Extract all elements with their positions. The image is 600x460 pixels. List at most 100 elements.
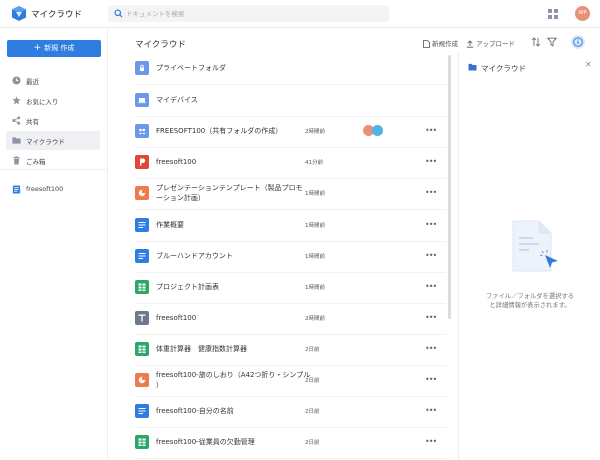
more-options-icon[interactable]: ••• [425, 282, 437, 291]
upload-icon [466, 40, 474, 48]
file-row[interactable]: ブルーハンドアカウント 1時間前 ••• [135, 241, 446, 273]
close-icon[interactable]: ✕ [585, 60, 592, 69]
sidebar-item-mycloud[interactable]: マイクラウド [6, 131, 100, 150]
empty-state-line-1: ファイル／フォルダを選択する [485, 293, 575, 300]
upload-label: アップロード [476, 40, 515, 48]
upload-button[interactable]: アップロード [466, 38, 515, 48]
file-row[interactable]: マイデバイス [135, 85, 446, 117]
file-row[interactable]: freesoft100-従業員の欠勤管理 2日前 ••• [135, 427, 446, 459]
modified-time: 1時間前 [305, 254, 325, 260]
file-row[interactable]: プロジェクト計画表 1時間前 ••• [135, 272, 446, 304]
file-name-line: プレゼンテーションテンプレート（製品プロモ [156, 184, 303, 192]
file-name[interactable]: マイデバイス [156, 95, 198, 105]
sidebar-item-label: freesoft100 [26, 185, 64, 193]
file-name[interactable]: freesoft100-旅のしおり（A42つ折り・シンプル ） [156, 370, 310, 390]
sidebar-item-label: 最近 [26, 78, 39, 86]
folder-shared-icon [135, 124, 149, 138]
member-avatar [372, 125, 383, 136]
search-input[interactable] [126, 5, 376, 22]
modified-time: 1時間前 [305, 285, 325, 291]
file-name-line: freesoft100-旅のしおり（A42つ折り・シンプル [156, 371, 311, 379]
modified-time: 2日前 [305, 409, 320, 415]
folder-icon [12, 137, 21, 144]
trash-icon [13, 156, 20, 165]
app-title[interactable]: マイクラウド [31, 8, 82, 20]
sidebar-item-team[interactable]: freesoft100 [6, 180, 100, 199]
more-options-icon[interactable]: ••• [425, 406, 437, 415]
search-box[interactable] [108, 5, 389, 22]
file-name[interactable]: プレゼンテーションテンプレート（製品プロモ ーション計画） [156, 183, 303, 203]
sidebar-divider [0, 169, 108, 170]
empty-state-line-2: と詳細情報が表示されます。 [489, 302, 571, 309]
sidebar-item-shared[interactable]: 共有 [6, 111, 100, 130]
plus-icon: + [33, 43, 42, 53]
modified-time: 2時間前 [305, 129, 325, 135]
more-options-icon[interactable]: ••• [425, 375, 437, 384]
user-avatar[interactable]: WP [575, 6, 590, 21]
modified-time: 2日前 [305, 440, 320, 446]
file-row[interactable]: 作業概要 1時間前 ••• [135, 210, 446, 242]
sidebar-item-favorites[interactable]: お気に入り [6, 91, 100, 110]
file-row[interactable]: FREESOFT100（共有フォルダの作成） 2時間前 ••• [135, 116, 446, 148]
sidebar-item-recent[interactable]: 最近 [6, 71, 100, 90]
file-name[interactable]: ブルーハンドアカウント [156, 251, 233, 261]
new-create-button[interactable]: + 新規 作成 [7, 40, 101, 57]
sidebar-item-label: ごみ箱 [26, 158, 46, 166]
sidebar-item-label: マイクラウド [26, 138, 65, 146]
app-logo-icon[interactable] [12, 6, 26, 21]
file-row[interactable]: freesoft100-旅のしおり（A42つ折り・シンプル ） 2日前 ••• [135, 365, 446, 397]
file-name[interactable]: freesoft100 [156, 157, 196, 167]
file-name[interactable]: 体重計算器 健康指数計算器 [156, 344, 247, 354]
modified-time: 2日前 [305, 347, 320, 353]
modified-time: 1時間前 [305, 191, 325, 197]
star-icon [12, 96, 21, 105]
file-row[interactable]: 体重計算器 健康指数計算器 2日前 ••• [135, 334, 446, 366]
spreadsheet-icon [135, 342, 149, 356]
new-file-label: 新規作成 [432, 40, 458, 48]
info-icon [573, 37, 583, 47]
file-name[interactable]: FREESOFT100（共有フォルダの作成） [156, 126, 282, 136]
folder-icon [468, 63, 477, 71]
document-icon [135, 218, 149, 232]
sidebar-item-trash[interactable]: ごみ箱 [6, 151, 100, 170]
more-options-icon[interactable]: ••• [425, 126, 437, 135]
new-file-button[interactable]: 新規作成 [423, 38, 458, 48]
sidebar-item-label: 共有 [26, 118, 39, 126]
filter-icon[interactable] [547, 37, 557, 47]
file-name[interactable]: freesoft100-従業員の欠勤管理 [156, 437, 255, 447]
document-icon [135, 249, 149, 263]
more-options-icon[interactable]: ••• [425, 313, 437, 322]
file-name-line: ） [156, 381, 163, 389]
folder-device-icon [135, 93, 149, 107]
file-row[interactable]: freesoft100 41分前 ••• [135, 147, 446, 179]
file-name[interactable]: プロジェクト計画表 [156, 282, 219, 292]
apps-grid-icon[interactable] [548, 9, 558, 19]
file-row[interactable]: プライベートフォルダ [135, 53, 446, 85]
file-row[interactable]: freesoft100 2時間前 ••• [135, 303, 446, 335]
modified-time: 41分前 [305, 160, 323, 166]
text-icon [135, 311, 149, 325]
more-options-icon[interactable]: ••• [425, 220, 437, 229]
file-row[interactable]: プレゼンテーションテンプレート（製品プロモ ーション計画） 1時間前 ••• [135, 178, 446, 210]
file-name[interactable]: プライベートフォルダ [156, 63, 226, 73]
file-name[interactable]: freesoft100-自分の名前 [156, 406, 234, 416]
new-file-icon [423, 40, 430, 48]
file-name[interactable]: 作業概要 [156, 220, 184, 230]
sort-icon[interactable] [531, 37, 541, 47]
file-row[interactable]: freesoft100-自分の名前 2日前 ••• [135, 396, 446, 428]
more-options-icon[interactable]: ••• [425, 188, 437, 197]
slides-icon [135, 186, 149, 200]
share-icon [12, 116, 21, 125]
more-options-icon[interactable]: ••• [425, 344, 437, 353]
file-name[interactable]: freesoft100 [156, 313, 196, 323]
document-icon [135, 404, 149, 418]
shared-members[interactable] [363, 125, 387, 136]
more-options-icon[interactable]: ••• [425, 157, 437, 166]
info-toggle-button[interactable] [571, 35, 585, 49]
empty-state-text: ファイル／フォルダを選択する と詳細情報が表示されます。 [459, 292, 600, 310]
more-options-icon[interactable]: ••• [425, 251, 437, 260]
file-name-line: ーション計画） [156, 194, 205, 202]
new-create-label: 新規 作成 [44, 44, 75, 52]
more-options-icon[interactable]: ••• [425, 437, 437, 446]
scrollbar[interactable] [448, 55, 451, 319]
